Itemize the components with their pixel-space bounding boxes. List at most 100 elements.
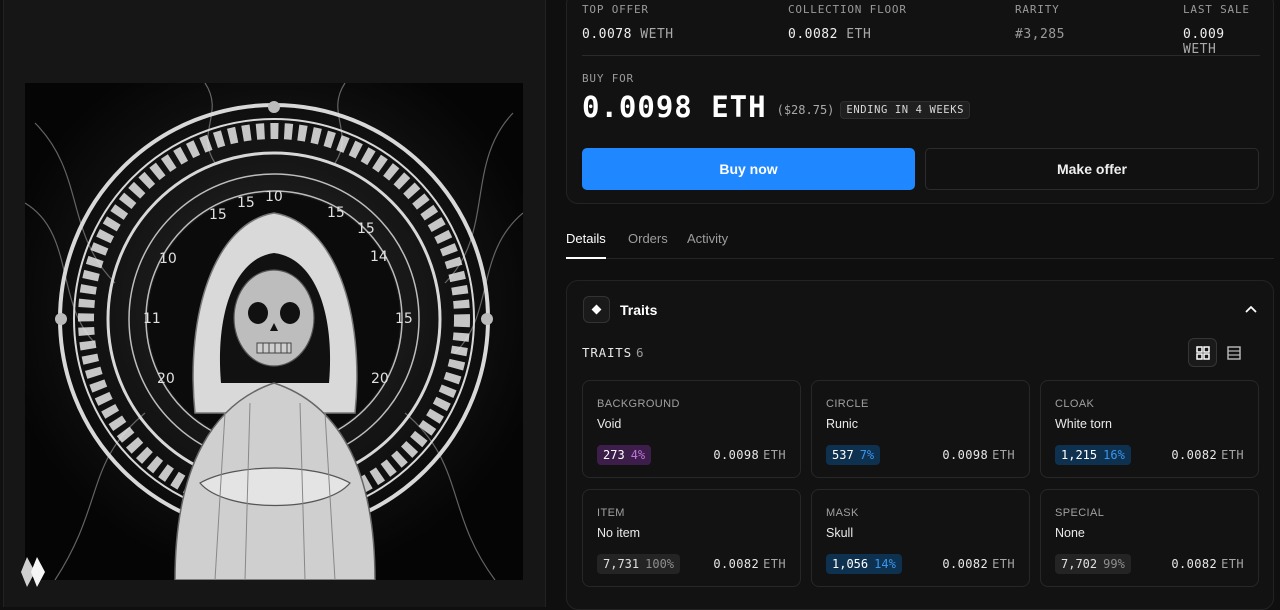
price-usd: ($28.75) xyxy=(776,103,835,117)
stat-value: 0.0078 WETH xyxy=(582,27,674,42)
trait-price-unit: ETH xyxy=(1221,557,1244,571)
stat-value: 0.0082 ETH xyxy=(788,27,907,42)
trait-rarity-badge: 273 4% xyxy=(597,445,652,465)
trait-rarity-badge: 537 7% xyxy=(826,445,881,465)
stat-label: COLLECTION FLOOR xyxy=(788,3,907,16)
current-price: 0.0098 ETH xyxy=(582,90,767,124)
stat-label: RARITY xyxy=(1015,3,1060,16)
nft-media-pane: 15 15 10 15 10 15 14 15 11 20 20 xyxy=(0,0,546,607)
stat-collection-floor: COLLECTION FLOOR 0.0082 ETH xyxy=(788,3,907,42)
sidebar-edge xyxy=(0,0,4,607)
divider xyxy=(582,55,1260,56)
stat-label: TOP OFFER xyxy=(582,3,649,16)
stat-value: 0.009 WETH xyxy=(1183,27,1260,57)
ring-number: 14 xyxy=(370,249,388,265)
make-offer-button[interactable]: Make offer xyxy=(925,148,1259,190)
traits-count: 6 xyxy=(635,345,645,360)
stat-rarity: RARITY #3,285 xyxy=(1015,3,1065,42)
trait-price-value: 0.0082 xyxy=(713,557,760,571)
traits-panel: Traits TRAITS 6 BACKGROUND Void 273 4% 0… xyxy=(566,280,1274,610)
ring-number: 20 xyxy=(157,371,175,387)
details-tabs: Details Orders Activity xyxy=(566,226,1274,259)
list-view-icon xyxy=(1226,345,1241,360)
buy-for-label: BUY FOR xyxy=(582,72,634,85)
trait-floor-price: 0.0082 ETH xyxy=(713,557,786,571)
trait-card-item[interactable]: ITEM No item 7,731 100% 0.0082 ETH xyxy=(582,489,801,587)
tab-activity[interactable]: Activity xyxy=(687,231,728,259)
traits-count-row: TRAITS 6 xyxy=(582,345,644,360)
trait-price-unit: ETH xyxy=(1221,448,1244,462)
trait-card-mask[interactable]: MASK Skull 1,056 14% 0.0082 ETH xyxy=(811,489,1030,587)
trait-percent: 16% xyxy=(1103,448,1125,462)
trait-card-cloak[interactable]: CLOAK White torn 1,215 16% 0.0082 ETH xyxy=(1040,380,1259,478)
ring-number: 15 xyxy=(357,221,375,237)
ring-number: 11 xyxy=(143,311,161,327)
trait-price-unit: ETH xyxy=(763,557,786,571)
stat-value[interactable]: #3,285 xyxy=(1015,27,1065,42)
trait-percent: 99% xyxy=(1103,557,1125,571)
stat-last-sale: LAST SALE 0.009 WETH xyxy=(1183,3,1260,57)
chevron-up-icon[interactable] xyxy=(1243,301,1259,317)
ring-number: 15 xyxy=(395,311,413,327)
trait-count: 1,215 xyxy=(1061,448,1098,462)
trait-count: 537 xyxy=(832,448,854,462)
price-card: TOP OFFER 0.0078 WETH COLLECTION FLOOR 0… xyxy=(566,0,1274,204)
stat-number: 0.009 xyxy=(1183,27,1225,42)
trait-price-unit: ETH xyxy=(992,557,1015,571)
stat-top-offer: TOP OFFER 0.0078 WETH xyxy=(582,3,674,42)
trait-card-background[interactable]: BACKGROUND Void 273 4% 0.0098 ETH xyxy=(582,380,801,478)
trait-value: Runic xyxy=(826,417,858,431)
ring-number: 10 xyxy=(159,251,177,267)
nft-details-pane: TOP OFFER 0.0078 WETH COLLECTION FLOOR 0… xyxy=(546,0,1280,610)
grid-view-button[interactable] xyxy=(1188,338,1217,367)
list-view-button[interactable] xyxy=(1219,338,1248,367)
trait-price-unit: ETH xyxy=(992,448,1015,462)
trait-percent: 100% xyxy=(645,557,675,571)
trait-type: CLOAK xyxy=(1055,398,1095,410)
trait-floor-price: 0.0082 ETH xyxy=(1171,557,1244,571)
stat-unit: ETH xyxy=(846,27,872,42)
tab-orders[interactable]: Orders xyxy=(628,231,668,259)
trait-type: SPECIAL xyxy=(1055,507,1105,519)
stats-row: TOP OFFER 0.0078 WETH COLLECTION FLOOR 0… xyxy=(582,3,1260,57)
trait-rarity-badge: 7,731 100% xyxy=(597,554,681,574)
listing-ending-badge: ENDING IN 4 WEEKS xyxy=(840,101,971,119)
trait-percent: 7% xyxy=(859,448,875,462)
trait-price-value: 0.0082 xyxy=(942,557,989,571)
stat-number: #3,285 xyxy=(1015,27,1065,42)
trait-rarity-badge: 7,702 99% xyxy=(1055,554,1131,574)
trait-card-special[interactable]: SPECIAL None 7,702 99% 0.0082 ETH xyxy=(1040,489,1259,587)
trait-floor-price: 0.0098 ETH xyxy=(942,448,1015,462)
ring-number: 20 xyxy=(371,371,389,387)
trait-value: No item xyxy=(597,526,641,540)
trait-value: Void xyxy=(597,417,622,431)
trait-count: 7,731 xyxy=(603,557,640,571)
buy-now-button[interactable]: Buy now xyxy=(582,148,915,190)
trait-rarity-badge: 1,215 16% xyxy=(1055,445,1131,465)
trait-type: BACKGROUND xyxy=(597,398,680,410)
trait-value: White torn xyxy=(1055,417,1112,431)
tab-details[interactable]: Details xyxy=(566,231,606,259)
traits-title[interactable]: Traits xyxy=(620,302,657,318)
nft-artwork-image[interactable]: 15 15 10 15 10 15 14 15 11 20 20 xyxy=(25,83,523,580)
trait-percent: 4% xyxy=(630,448,646,462)
ring-number: 10 xyxy=(265,189,283,205)
stat-unit: WETH xyxy=(640,27,674,42)
trait-value: Skull xyxy=(826,526,854,540)
trait-price-value: 0.0098 xyxy=(942,448,989,462)
trait-price-value: 0.0098 xyxy=(713,448,760,462)
ring-number: 15 xyxy=(209,207,227,223)
trait-type: ITEM xyxy=(597,507,625,519)
ring-number: 15 xyxy=(237,195,255,211)
marketplace-logo-icon xyxy=(21,557,45,587)
trait-card-circle[interactable]: CIRCLE Runic 537 7% 0.0098 ETH xyxy=(811,380,1030,478)
traits-count-label: TRAITS xyxy=(582,345,632,360)
price-line: 0.0098 ETH ($28.75) ENDING IN 4 WEEKS xyxy=(582,90,971,124)
trait-floor-price: 0.0098 ETH xyxy=(713,448,786,462)
hooded-skull-runic-circle-illustration: 15 15 10 15 10 15 14 15 11 20 20 xyxy=(25,83,523,580)
trait-price-value: 0.0082 xyxy=(1171,448,1218,462)
trait-rarity-badge: 1,056 14% xyxy=(826,554,902,574)
trait-count: 1,056 xyxy=(832,557,869,571)
trait-count: 273 xyxy=(603,448,625,462)
stat-number: 0.0082 xyxy=(788,27,838,42)
